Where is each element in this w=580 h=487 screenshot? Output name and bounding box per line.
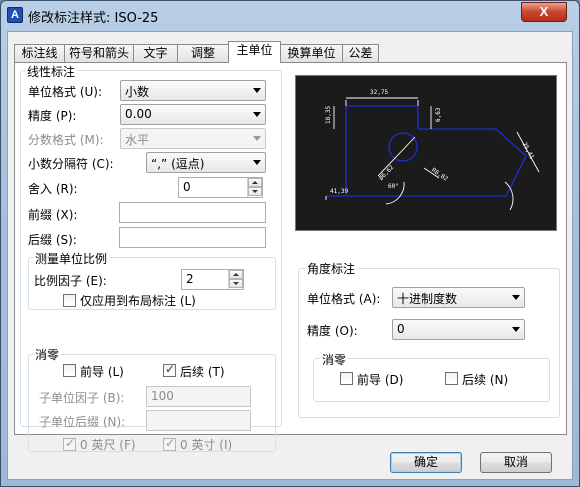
- dialog-window: A 修改标注样式: ISO-25 X 标注线 符号和箭头 文字 调整 主单位 换…: [0, 0, 580, 487]
- apply-to-layout-label: 仅应用到布局标注 (L): [80, 294, 196, 308]
- angular-unit-format-value: 十进制度数: [397, 292, 458, 306]
- prefix-label: 前缀 (X):: [28, 208, 78, 222]
- chevron-down-icon: [512, 295, 520, 300]
- trailing-zero-checkbox[interactable]: [163, 362, 176, 377]
- angular-trailing-zero-label: 后续 (N): [462, 373, 509, 387]
- tab-text[interactable]: 文字: [133, 44, 178, 62]
- primary-units-page: 线性标注 单位格式 (U): 小数 精度 (P): 0.00 分数格式 (M):…: [14, 62, 567, 452]
- decimal-separator-value: “,” (逗点): [151, 157, 205, 171]
- chevron-down-icon: [253, 160, 261, 165]
- title-bar[interactable]: A 修改标注样式: ISO-25 X: [1, 1, 579, 29]
- sub-unit-factor-input: 100: [146, 386, 251, 407]
- cancel-button[interactable]: 取消: [480, 452, 552, 473]
- tab-fit[interactable]: 调整: [177, 44, 229, 62]
- angular-precision-select[interactable]: 0: [392, 319, 525, 340]
- dialog-body: 标注线 符号和箭头 文字 调整 主单位 换算单位 公差 线性标注 单位格式 (U…: [7, 31, 573, 480]
- fraction-format-select: 水平: [120, 128, 266, 149]
- part-outline: [326, 105, 527, 197]
- tab-lines[interactable]: 标注线: [14, 44, 65, 62]
- sub-unit-factor-value: 100: [151, 389, 174, 403]
- spin-down-icon[interactable]: [229, 279, 243, 288]
- suffix-input[interactable]: [119, 227, 266, 248]
- dim-text-arc: 60°: [388, 183, 399, 190]
- spin-down-icon[interactable]: [248, 187, 262, 196]
- precision-select[interactable]: 0.00: [120, 104, 266, 125]
- angular-unit-format-select[interactable]: 十进制度数: [392, 287, 525, 308]
- spin-up-icon[interactable]: [248, 178, 262, 187]
- dim-text-small: 6,63: [435, 107, 442, 122]
- scale-group-title: 测量单位比例: [33, 250, 110, 267]
- round-off-value: 0: [183, 180, 191, 194]
- apply-to-layout-checkbox[interactable]: [63, 294, 76, 307]
- prefix-input[interactable]: [119, 202, 266, 223]
- zero-feet-checkbox: [63, 436, 76, 451]
- tab-tolerances[interactable]: 公差: [342, 44, 379, 62]
- zero-inches-label: 0 英寸 (I): [180, 438, 233, 452]
- zero-angular-title: 消零: [320, 351, 349, 368]
- fraction-format-label: 分数格式 (M):: [28, 133, 104, 147]
- linear-group-title: 线性标注: [25, 63, 78, 80]
- sub-unit-suffix-input: [146, 410, 251, 431]
- chevron-down-icon: [253, 136, 261, 141]
- round-off-spin-buttons[interactable]: [247, 178, 262, 197]
- spin-up-icon[interactable]: [229, 270, 243, 279]
- precision-value: 0.00: [125, 107, 152, 121]
- sub-unit-suffix-label: 子单位后缀 (N):: [39, 415, 126, 429]
- unit-format-value: 小数: [125, 85, 150, 99]
- dim-text-right: 25,41: [521, 141, 536, 161]
- dim-text-bottom: 41,39: [330, 188, 348, 195]
- dim-text-radius: R8,82: [430, 167, 449, 183]
- angular-leading-zero-checkbox[interactable]: [340, 372, 353, 385]
- window-title: 修改标注样式: ISO-25: [28, 11, 159, 26]
- decimal-separator-label: 小数分隔符 (C):: [28, 157, 114, 171]
- unit-format-select[interactable]: 小数: [120, 80, 266, 101]
- precision-label: 精度 (P):: [28, 109, 77, 123]
- chevron-down-icon: [512, 327, 520, 332]
- zero-feet-label: 0 英尺 (F): [80, 438, 136, 452]
- angular-leading-zero-label: 前导 (D): [357, 373, 404, 387]
- round-off-spinner[interactable]: 0: [178, 177, 263, 198]
- scale-factor-value: 2: [186, 272, 194, 286]
- tab-primary-units[interactable]: 主单位: [228, 41, 281, 63]
- round-off-label: 舍入 (R):: [28, 182, 78, 196]
- unit-format-label: 单位格式 (U):: [28, 85, 103, 99]
- fraction-format-value: 水平: [125, 133, 150, 147]
- zero-inches-checkbox: [163, 436, 176, 451]
- tab-alternate-units[interactable]: 换算单位: [280, 44, 343, 62]
- preview-drawing: 32,75 18,35 6,63 25,41 Ø6,62 R8,82 41,39…: [325, 89, 540, 211]
- dim-text-left: 18,35: [325, 106, 332, 124]
- dim-text-top: 32,75: [370, 89, 388, 96]
- autocad-app-icon: A: [7, 7, 23, 23]
- sub-unit-factor-label: 子单位因子 (B):: [39, 391, 125, 405]
- tab-symbols-arrows[interactable]: 符号和箭头: [64, 44, 134, 62]
- angular-group-title: 角度标注: [305, 260, 358, 277]
- zero-linear-title: 消零: [33, 346, 62, 363]
- dimension-preview: 32,75 18,35 6,63 25,41 Ø6,62 R8,82 41,39…: [295, 75, 557, 231]
- angular-precision-label: 精度 (O):: [307, 324, 358, 338]
- scale-factor-label: 比例因子 (E):: [34, 274, 107, 288]
- leading-zero-checkbox[interactable]: [63, 364, 76, 377]
- decimal-separator-select[interactable]: “,” (逗点): [146, 152, 266, 173]
- scale-factor-spinner[interactable]: 2: [181, 269, 244, 290]
- chevron-down-icon: [253, 112, 261, 117]
- chevron-down-icon: [253, 88, 261, 93]
- suffix-label: 后缀 (S):: [28, 233, 77, 247]
- angular-unit-format-label: 单位格式 (A):: [307, 292, 381, 306]
- leading-zero-label: 前导 (L): [80, 365, 124, 379]
- scale-factor-spin-buttons[interactable]: [228, 270, 243, 289]
- part-hole: [388, 132, 418, 162]
- angular-precision-value: 0: [397, 322, 405, 336]
- trailing-zero-label: 后续 (T): [180, 365, 225, 379]
- ok-button[interactable]: 确定: [390, 452, 462, 473]
- close-button[interactable]: X: [521, 2, 567, 22]
- angular-trailing-zero-checkbox[interactable]: [445, 372, 458, 385]
